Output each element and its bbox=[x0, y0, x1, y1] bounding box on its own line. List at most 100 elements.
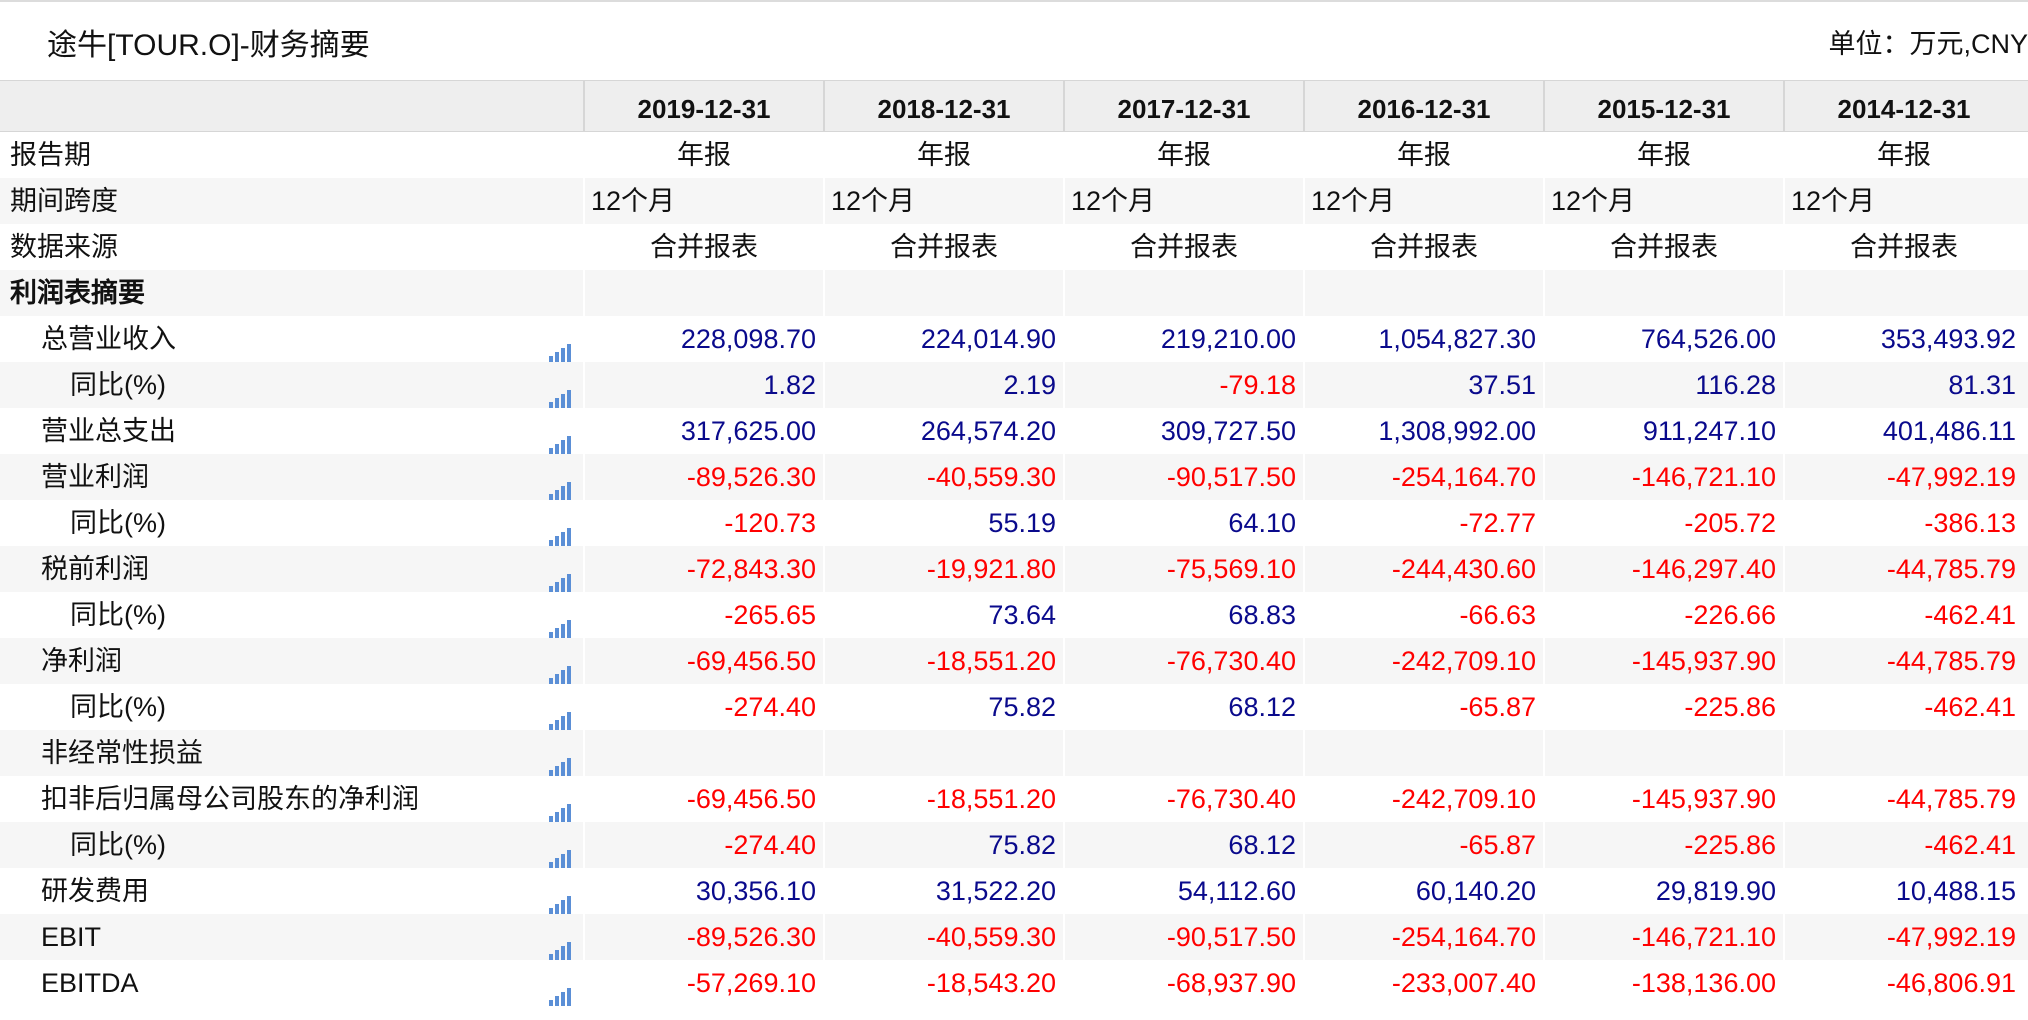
table-cell: 合并报表 bbox=[583, 224, 823, 270]
table-cell: -274.40 bbox=[583, 684, 823, 730]
table-cell: -65.87 bbox=[1303, 684, 1543, 730]
bar-chart-icon[interactable] bbox=[549, 330, 571, 362]
table-cell: -40,559.30 bbox=[823, 454, 1063, 500]
bar-chart-icon[interactable] bbox=[549, 560, 571, 592]
table-cell: 75.82 bbox=[823, 684, 1063, 730]
row-label-cell: EBITDA bbox=[0, 960, 583, 1006]
table-cell: -462.41 bbox=[1783, 684, 2023, 730]
column-header[interactable]: 2016-12-31 bbox=[1303, 81, 1543, 131]
table-cell bbox=[1543, 730, 1783, 776]
row-label-cell: 净利润 bbox=[0, 638, 583, 684]
table-cell: 1,054,827.30 bbox=[1303, 316, 1543, 362]
bar-chart-icon[interactable] bbox=[549, 928, 571, 960]
row-label: 总营业收入 bbox=[41, 324, 176, 354]
table-cell: -76,730.40 bbox=[1063, 638, 1303, 684]
table-cell: 37.51 bbox=[1303, 362, 1543, 408]
table-cell: -72,843.30 bbox=[583, 546, 823, 592]
table-cell: 年报 bbox=[1783, 132, 2023, 178]
table-cell: 年报 bbox=[583, 132, 823, 178]
row-label: 同比(%) bbox=[70, 370, 166, 400]
table-cell: 317,625.00 bbox=[583, 408, 823, 454]
bar-chart-icon[interactable] bbox=[549, 606, 571, 638]
table-row: 扣非后归属母公司股东的净利润 -69,456.50 -18,551.20 -76,73… bbox=[0, 776, 2028, 822]
bar-chart-icon[interactable] bbox=[549, 698, 571, 730]
bar-chart-icon[interactable] bbox=[549, 468, 571, 500]
table-row: 利润表摘要 bbox=[0, 270, 2028, 316]
table-cell: -274.40 bbox=[583, 822, 823, 868]
table-cell: 228,098.70 bbox=[583, 316, 823, 362]
bar-chart-icon[interactable] bbox=[549, 652, 571, 684]
table-cell: -89,526.30 bbox=[583, 454, 823, 500]
table-cell: -44,785.79 bbox=[1783, 546, 2023, 592]
table-cell: 年报 bbox=[823, 132, 1063, 178]
row-label: EBITDA bbox=[41, 968, 139, 998]
table-row: 报告期 年报 年报 年报 年报 年报 年报 bbox=[0, 132, 2028, 178]
column-header[interactable]: 2015-12-31 bbox=[1543, 81, 1783, 131]
table-cell: 68.12 bbox=[1063, 822, 1303, 868]
table-cell: -69,456.50 bbox=[583, 638, 823, 684]
table-cell: -233,007.40 bbox=[1303, 960, 1543, 1006]
table-cell: 64.10 bbox=[1063, 500, 1303, 546]
column-header[interactable]: 2018-12-31 bbox=[823, 81, 1063, 131]
table-cell: -225.86 bbox=[1543, 822, 1783, 868]
table-cell bbox=[1063, 270, 1303, 316]
bar-chart-icon[interactable] bbox=[549, 744, 571, 776]
table-cell bbox=[1783, 270, 2023, 316]
table-cell bbox=[1783, 730, 2023, 776]
table-cell: -40,559.30 bbox=[823, 914, 1063, 960]
row-label-cell: 总营业收入 bbox=[0, 316, 583, 362]
table-cell: 219,210.00 bbox=[1063, 316, 1303, 362]
table-cell: 224,014.90 bbox=[823, 316, 1063, 362]
column-header[interactable]: 2014-12-31 bbox=[1783, 81, 2023, 131]
bar-chart-icon[interactable] bbox=[549, 836, 571, 868]
table-cell: -225.86 bbox=[1543, 684, 1783, 730]
table-cell: 1,308,992.00 bbox=[1303, 408, 1543, 454]
row-label: 非经常性损益 bbox=[41, 738, 203, 768]
column-header[interactable]: 2017-12-31 bbox=[1063, 81, 1303, 131]
table-cell: -265.65 bbox=[583, 592, 823, 638]
table-cell: -90,517.50 bbox=[1063, 454, 1303, 500]
row-label-cell: 营业利润 bbox=[0, 454, 583, 500]
table-cell: -57,269.10 bbox=[583, 960, 823, 1006]
table-cell: 合并报表 bbox=[1303, 224, 1543, 270]
table-cell: -72.77 bbox=[1303, 500, 1543, 546]
bar-chart-icon[interactable] bbox=[549, 974, 571, 1006]
table-cell: -90,517.50 bbox=[1063, 914, 1303, 960]
table-cell: -47,992.19 bbox=[1783, 454, 2023, 500]
table-cell: -145,937.90 bbox=[1543, 638, 1783, 684]
column-header[interactable]: 2019-12-31 bbox=[583, 81, 823, 131]
table-cell: 年报 bbox=[1063, 132, 1303, 178]
bar-chart-icon[interactable] bbox=[549, 882, 571, 914]
table-cell: 30,356.10 bbox=[583, 868, 823, 914]
bar-chart-icon[interactable] bbox=[549, 514, 571, 546]
table-cell: -146,721.10 bbox=[1543, 454, 1783, 500]
row-label-cell: 同比(%) bbox=[0, 500, 583, 546]
table-cell: -242,709.10 bbox=[1303, 638, 1543, 684]
bar-chart-icon[interactable] bbox=[549, 790, 571, 822]
table-cell: 75.82 bbox=[823, 822, 1063, 868]
bar-chart-icon[interactable] bbox=[549, 422, 571, 454]
table-cell: 合并报表 bbox=[1063, 224, 1303, 270]
table-cell: 10,488.15 bbox=[1783, 868, 2023, 914]
table-cell: 54,112.60 bbox=[1063, 868, 1303, 914]
table-cell: -254,164.70 bbox=[1303, 454, 1543, 500]
table-cell: 12个月 bbox=[1783, 178, 2023, 224]
bar-chart-icon[interactable] bbox=[549, 376, 571, 408]
table-row: 同比(%) -274.40 75.82 68.12 -65.87 -225.86 -462.… bbox=[0, 684, 2028, 730]
row-label: 净利润 bbox=[41, 646, 122, 676]
table-row: 同比(%) 1.82 2.19 -79.18 37.51 116.28 81.31 bbox=[0, 362, 2028, 408]
row-label: 同比(%) bbox=[70, 508, 166, 538]
table-cell: 764,526.00 bbox=[1543, 316, 1783, 362]
table-cell: -254,164.70 bbox=[1303, 914, 1543, 960]
table-cell: -386.13 bbox=[1783, 500, 2023, 546]
table-cell: 68.12 bbox=[1063, 684, 1303, 730]
table-cell: -146,297.40 bbox=[1543, 546, 1783, 592]
table-cell: 合并报表 bbox=[1783, 224, 2023, 270]
row-label-cell: 扣非后归属母公司股东的净利润 bbox=[0, 776, 583, 822]
table-cell bbox=[1543, 270, 1783, 316]
table-cell: 116.28 bbox=[1543, 362, 1783, 408]
table-cell bbox=[1063, 730, 1303, 776]
table-cell: -89,526.30 bbox=[583, 914, 823, 960]
unit-label: 单位：万元,CNY bbox=[1828, 29, 2028, 59]
row-label: 同比(%) bbox=[70, 692, 166, 722]
